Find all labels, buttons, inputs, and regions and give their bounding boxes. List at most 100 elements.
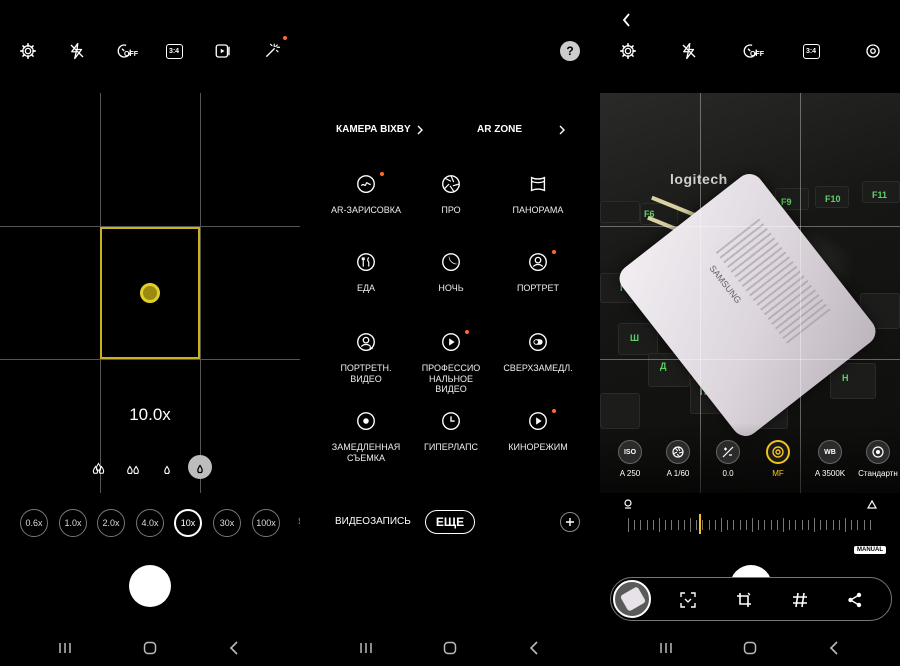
mode-item[interactable]: НОЧЬ xyxy=(406,250,496,310)
system-nav-bar xyxy=(300,636,600,660)
pro-video-icon xyxy=(439,330,463,354)
help-icon[interactable]: ? xyxy=(560,41,580,61)
viewfinder-preview[interactable]: logitech F6 F9 F10 F11 Г Ш Д П С Н SAMSU… xyxy=(600,93,900,493)
camera-pro-mode-screen: OFF 3:4 logitech F6 F9 F10 F11 Г Ш Д П С… xyxy=(600,0,900,666)
zoom-option-button[interactable]: 100x xyxy=(252,509,280,537)
system-nav-bar xyxy=(600,636,900,660)
mode-label: ПОРТРЕТ xyxy=(516,283,560,293)
zoom-option-button[interactable]: 30x xyxy=(213,509,241,537)
mode-item[interactable]: ПОРТРЕТН. ВИДЕО xyxy=(321,330,411,390)
grid-line xyxy=(200,93,201,493)
focus-slider-tick xyxy=(683,520,685,530)
ar-doodle-icon xyxy=(354,172,378,196)
pro-setting-focus[interactable]: MF xyxy=(748,440,808,482)
settings-gear-icon[interactable] xyxy=(16,39,40,63)
motion-photo-icon[interactable] xyxy=(211,39,235,63)
mode-item[interactable]: ПОРТРЕТ xyxy=(493,250,583,310)
hyperlapse-icon xyxy=(439,409,463,433)
add-mode-icon[interactable] xyxy=(560,512,580,532)
back-icon[interactable] xyxy=(822,636,846,660)
mode-item[interactable]: AR-ЗАРИСОВКА xyxy=(321,172,411,232)
home-icon[interactable] xyxy=(138,636,162,660)
mode-item[interactable]: КИНОРЕЖИМ xyxy=(493,409,583,469)
ultra-wide-lens-icon[interactable] xyxy=(88,456,112,480)
crop-edit-icon[interactable] xyxy=(733,589,755,611)
mode-item[interactable]: ПРОФЕССИО НАЛЬНОЕ ВИДЕО xyxy=(406,330,496,394)
focus-slider-tick xyxy=(838,520,840,530)
camera-more-modes-screen: ? КАМЕРА BIXBY AR ZONE AR-ЗАРИСОВКА ПРО ПА… xyxy=(300,0,600,666)
chevron-right-icon[interactable] xyxy=(414,123,426,137)
settings-gear-icon[interactable] xyxy=(616,39,640,63)
back-arrow-icon[interactable] xyxy=(616,10,636,30)
focus-slider-tick xyxy=(770,520,772,530)
focus-slider-tick xyxy=(721,518,722,532)
filters-sparkle-icon[interactable] xyxy=(260,39,284,63)
pro-setting-tone[interactable]: Стандартн xyxy=(848,440,900,482)
grid-line xyxy=(600,359,900,360)
back-icon[interactable] xyxy=(522,636,546,660)
portrait-icon xyxy=(526,250,550,274)
recent-apps-icon[interactable] xyxy=(654,636,678,660)
shutter-button[interactable] xyxy=(129,565,171,607)
mode-item[interactable]: ПАНОРАМА xyxy=(493,172,583,232)
home-icon[interactable] xyxy=(438,636,462,660)
mode-item[interactable]: ЗАМЕДЛЕННАЯ СЪЕМКА xyxy=(321,409,411,469)
focus-slider-tick xyxy=(696,520,698,530)
panorama-icon xyxy=(526,172,550,196)
notification-dot xyxy=(283,36,287,40)
timer-off-label: OFF xyxy=(124,51,138,58)
gallery-thumbnail[interactable] xyxy=(613,580,651,618)
focus-slider-tick xyxy=(783,518,784,532)
focus-slider-tick xyxy=(776,520,778,530)
focus-slider-tick xyxy=(702,520,704,530)
home-icon[interactable] xyxy=(738,636,762,660)
wide-lens-icon[interactable] xyxy=(121,456,145,480)
back-icon[interactable] xyxy=(222,636,246,660)
zoom-option-button[interactable]: 0.6x xyxy=(20,509,48,537)
hashtag-icon[interactable] xyxy=(789,589,811,611)
shutter-icon xyxy=(666,440,690,464)
scan-icon[interactable] xyxy=(677,589,699,611)
timer-off-icon[interactable]: OFF xyxy=(737,39,765,63)
focus-slider-tick xyxy=(733,520,735,530)
zoom-position-marker[interactable] xyxy=(140,283,160,303)
video-mode-tab[interactable]: ВИДЕОЗАПИСЬ xyxy=(335,516,411,527)
focus-slider-tick xyxy=(845,518,846,532)
share-icon[interactable] xyxy=(844,589,866,611)
mode-item[interactable]: СВЕРХЗАМЕДЛ. xyxy=(493,330,583,390)
keyboard-brand-text: logitech xyxy=(670,171,728,187)
ar-zone-link[interactable]: AR ZONE xyxy=(477,124,522,135)
focus-slider-handle[interactable] xyxy=(699,514,701,534)
portrait-video-icon xyxy=(354,330,378,354)
more-mode-tab[interactable]: ЕЩЕ xyxy=(425,510,475,534)
focus-area-icon[interactable] xyxy=(861,39,885,63)
wb-icon: WB xyxy=(818,440,842,464)
recent-apps-icon[interactable] xyxy=(354,636,378,660)
mode-item[interactable]: ГИПЕРЛАПС xyxy=(406,409,496,469)
focus-slider-tick xyxy=(690,518,691,532)
cinema-icon xyxy=(526,409,550,433)
flash-off-icon[interactable] xyxy=(65,39,89,63)
super-slow-icon xyxy=(526,330,550,354)
zoom-option-button[interactable]: 4.0x xyxy=(136,509,164,537)
infinity-focus-icon[interactable] xyxy=(864,497,880,511)
zoom-option-button[interactable]: 2.0x xyxy=(97,509,125,537)
aspect-ratio-icon[interactable]: 3:4 xyxy=(799,39,823,63)
zoom-option-button[interactable]: 1.0x xyxy=(59,509,87,537)
focus-slider-tick xyxy=(708,520,710,530)
mode-label: СВЕРХЗАМЕДЛ. xyxy=(503,363,573,373)
chevron-right-icon[interactable] xyxy=(556,123,568,137)
focus-slider-tick xyxy=(826,520,828,530)
zoom-option-button[interactable]: 10x xyxy=(174,509,202,537)
macro-focus-icon[interactable] xyxy=(620,497,636,511)
tele-lens-icon[interactable] xyxy=(155,456,179,480)
recent-apps-icon[interactable] xyxy=(53,636,77,660)
timer-off-icon[interactable]: OFF xyxy=(111,39,139,63)
aperture-icon xyxy=(439,172,463,196)
space-zoom-lens-icon[interactable] xyxy=(188,455,212,479)
mode-item[interactable]: ЕДА xyxy=(321,250,411,310)
aspect-ratio-icon[interactable]: 3:4 xyxy=(162,39,186,63)
flash-off-icon[interactable] xyxy=(677,39,701,63)
bixby-camera-link[interactable]: КАМЕРА BIXBY xyxy=(336,124,411,135)
mode-item[interactable]: ПРО xyxy=(406,172,496,232)
